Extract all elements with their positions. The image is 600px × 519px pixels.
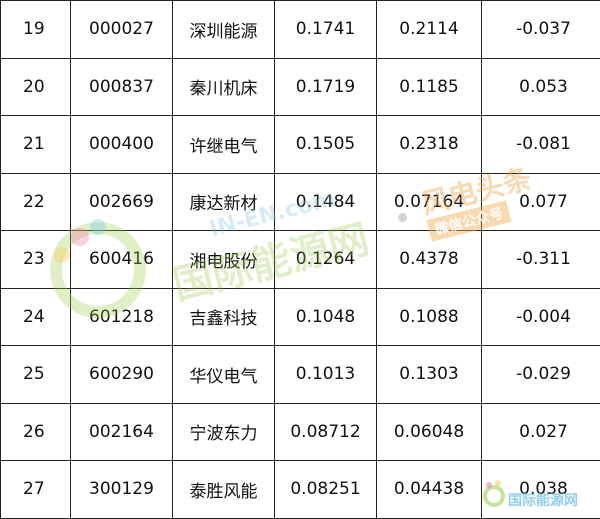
- stock-code-cell: 600290: [71, 346, 173, 404]
- company-name-cell: 许继电气: [173, 116, 275, 174]
- row-index-cell: 22: [1, 173, 71, 231]
- value-b-cell: 0.4378: [377, 231, 482, 289]
- table-row: 25600290华仪电气0.10130.1303-0.029: [1, 346, 600, 404]
- table-row: 24601218吉鑫科技0.10480.1088-0.004: [1, 288, 600, 346]
- value-c-cell: 0.077: [482, 173, 600, 231]
- table-body: 19000027深圳能源0.17410.2114-0.03720000837秦川…: [1, 1, 600, 519]
- table-row: 20000837秦川机床0.17190.11850.053: [1, 58, 600, 116]
- table-row: 27300129泰胜风能0.082510.044380.038: [1, 461, 600, 519]
- value-c-cell: 0.038: [482, 461, 600, 519]
- table-row: 26002164宁波东力0.087120.060480.027: [1, 403, 600, 461]
- stock-code-cell: 002164: [71, 403, 173, 461]
- value-c-cell: -0.081: [482, 116, 600, 174]
- value-a-cell: 0.08712: [275, 403, 377, 461]
- row-index-cell: 19: [1, 1, 71, 59]
- value-b-cell: 0.1185: [377, 58, 482, 116]
- company-name-cell: 吉鑫科技: [173, 288, 275, 346]
- value-c-cell: -0.037: [482, 1, 600, 59]
- table-row: 22002669康达新材0.14840.071640.077: [1, 173, 600, 231]
- stock-code-cell: 000400: [71, 116, 173, 174]
- value-b-cell: 0.07164: [377, 173, 482, 231]
- value-b-cell: 0.04438: [377, 461, 482, 519]
- value-c-cell: 0.027: [482, 403, 600, 461]
- company-name-cell: 华仪电气: [173, 346, 275, 404]
- value-b-cell: 0.06048: [377, 403, 482, 461]
- value-a-cell: 0.08251: [275, 461, 377, 519]
- company-name-cell: 泰胜风能: [173, 461, 275, 519]
- value-b-cell: 0.1303: [377, 346, 482, 404]
- stock-code-cell: 000027: [71, 1, 173, 59]
- value-c-cell: -0.029: [482, 346, 600, 404]
- stock-code-cell: 600416: [71, 231, 173, 289]
- value-a-cell: 0.1264: [275, 231, 377, 289]
- company-name-cell: 深圳能源: [173, 1, 275, 59]
- value-a-cell: 0.1013: [275, 346, 377, 404]
- value-b-cell: 0.2114: [377, 1, 482, 59]
- table-row: 19000027深圳能源0.17410.2114-0.037: [1, 1, 600, 59]
- company-name-cell: 宁波东力: [173, 403, 275, 461]
- row-index-cell: 21: [1, 116, 71, 174]
- row-index-cell: 26: [1, 403, 71, 461]
- value-a-cell: 0.1484: [275, 173, 377, 231]
- value-a-cell: 0.1048: [275, 288, 377, 346]
- row-index-cell: 25: [1, 346, 71, 404]
- table-row: 21000400许继电气0.15050.2318-0.081: [1, 116, 600, 174]
- row-index-cell: 27: [1, 461, 71, 519]
- value-b-cell: 0.1088: [377, 288, 482, 346]
- value-a-cell: 0.1741: [275, 1, 377, 59]
- stock-code-cell: 601218: [71, 288, 173, 346]
- row-index-cell: 24: [1, 288, 71, 346]
- value-a-cell: 0.1505: [275, 116, 377, 174]
- stock-code-cell: 000837: [71, 58, 173, 116]
- row-index-cell: 23: [1, 231, 71, 289]
- company-name-cell: 康达新材: [173, 173, 275, 231]
- value-a-cell: 0.1719: [275, 58, 377, 116]
- value-b-cell: 0.2318: [377, 116, 482, 174]
- value-c-cell: 0.053: [482, 58, 600, 116]
- value-c-cell: -0.311: [482, 231, 600, 289]
- stock-code-cell: 002669: [71, 173, 173, 231]
- company-name-cell: 秦川机床: [173, 58, 275, 116]
- value-c-cell: -0.004: [482, 288, 600, 346]
- stock-code-cell: 300129: [71, 461, 173, 519]
- table-row: 23600416湘电股份0.12640.4378-0.311: [1, 231, 600, 289]
- company-name-cell: 湘电股份: [173, 231, 275, 289]
- row-index-cell: 20: [1, 58, 71, 116]
- data-table: 19000027深圳能源0.17410.2114-0.03720000837秦川…: [0, 0, 600, 519]
